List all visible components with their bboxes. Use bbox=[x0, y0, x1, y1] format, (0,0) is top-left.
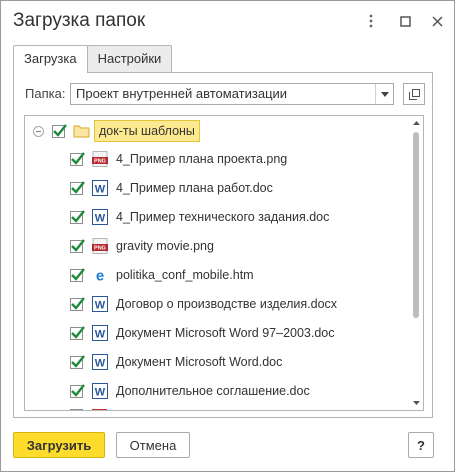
svg-text:W: W bbox=[94, 300, 105, 312]
scroll-up-button[interactable] bbox=[409, 116, 423, 130]
tree-item-row[interactable]: W 4_Пример технического задания.doc bbox=[70, 204, 329, 230]
checkmark-icon bbox=[71, 267, 85, 281]
item-checkbox[interactable] bbox=[70, 325, 85, 340]
checkmark-icon bbox=[71, 180, 85, 194]
folder-open-button[interactable] bbox=[403, 83, 425, 105]
tree-item-row[interactable]: e politika_conf_mobile.htm bbox=[70, 262, 254, 288]
chevron-down-icon bbox=[380, 91, 389, 97]
tree-item-row[interactable]: PNG 4_Пример плана проекта.png bbox=[70, 146, 287, 172]
collapse-toggle[interactable] bbox=[33, 125, 44, 137]
tree-scrollbar[interactable] bbox=[409, 116, 423, 410]
tree-item-row[interactable]: W 4_Пример плана работ.doc bbox=[70, 175, 273, 201]
open-window-icon bbox=[408, 88, 420, 100]
checkmark-icon bbox=[53, 123, 67, 137]
edge-icon: e bbox=[91, 267, 108, 284]
chevron-up-icon bbox=[412, 121, 420, 125]
svg-text:PNG: PNG bbox=[94, 246, 106, 252]
word-icon: W bbox=[91, 325, 108, 342]
word-icon: W bbox=[91, 383, 108, 400]
checkmark-icon bbox=[71, 354, 85, 368]
folder-dropdown-button[interactable] bbox=[375, 84, 393, 104]
tree-item-label: gravity movie.png bbox=[116, 239, 214, 253]
folder-value: Проект внутренней автоматизации bbox=[76, 86, 288, 101]
scroll-thumb[interactable] bbox=[413, 132, 419, 318]
file-tree[interactable]: док-ты шаблоны PNG 4_Пример плана проекта… bbox=[24, 115, 424, 411]
tree-root-label: док-ты шаблоны bbox=[94, 120, 200, 142]
word-icon: W bbox=[91, 209, 108, 226]
png-icon: PNG bbox=[91, 238, 108, 255]
svg-text:W: W bbox=[94, 329, 105, 341]
svg-text:W: W bbox=[94, 213, 105, 225]
checkmark-icon bbox=[71, 209, 85, 223]
svg-text:PNG: PNG bbox=[94, 159, 106, 165]
help-button[interactable]: ? bbox=[408, 432, 434, 458]
checkmark-icon bbox=[71, 383, 85, 397]
item-checkbox[interactable] bbox=[70, 180, 85, 195]
folder-icon bbox=[73, 123, 90, 140]
cancel-button[interactable]: Отмена bbox=[116, 432, 190, 458]
item-checkbox[interactable] bbox=[70, 383, 85, 398]
folder-select[interactable]: Проект внутренней автоматизации bbox=[70, 83, 394, 105]
tab-bar: Загрузка Настройки bbox=[13, 45, 173, 73]
checkmark-icon bbox=[71, 325, 85, 339]
scroll-down-button[interactable] bbox=[409, 396, 423, 410]
tree-item-label: Документ Microsoft Word.doc bbox=[116, 355, 283, 369]
dialog-title: Загрузка папок bbox=[13, 10, 146, 31]
tree-item-label: 4_Пример технического задания.doc bbox=[116, 210, 330, 224]
tab-settings[interactable]: Настройки bbox=[86, 45, 173, 72]
folder-label: Папка: bbox=[25, 86, 66, 101]
item-checkbox[interactable] bbox=[70, 209, 85, 224]
svg-text:W: W bbox=[94, 358, 105, 370]
dialog-window: Загрузка папок Загрузка Настройки Папка:… bbox=[0, 0, 455, 472]
more-options-button[interactable] bbox=[361, 11, 381, 31]
upload-panel: Папка: Проект внутренней автоматизации д… bbox=[13, 72, 433, 418]
svg-text:e: e bbox=[95, 268, 103, 284]
item-checkbox[interactable] bbox=[70, 151, 85, 166]
item-checkbox[interactable] bbox=[70, 296, 85, 311]
item-checkbox[interactable] bbox=[70, 267, 85, 282]
tree-item-row[interactable]: W Договор о производстве изделия.docx bbox=[70, 291, 337, 317]
partial-checkbox bbox=[70, 409, 83, 410]
tree-item-label: Документ Microsoft Word 97–2003.doc bbox=[116, 326, 335, 340]
svg-text:W: W bbox=[94, 184, 105, 196]
close-icon bbox=[431, 15, 443, 27]
tree-item-label: politika_conf_mobile.htm bbox=[116, 268, 254, 282]
tree-item-label: Договор о производстве изделия.docx bbox=[116, 297, 338, 311]
more-vertical-icon bbox=[369, 14, 373, 28]
item-checkbox[interactable] bbox=[70, 238, 85, 253]
chevron-down-icon bbox=[412, 401, 420, 405]
partial-file-icon bbox=[91, 409, 108, 410]
minus-icon bbox=[36, 130, 41, 132]
tree-item-row[interactable]: W Документ Microsoft Word.doc bbox=[70, 349, 282, 375]
maximize-button[interactable] bbox=[395, 11, 415, 31]
tree-item-row[interactable]: PNG gravity movie.png bbox=[70, 233, 214, 259]
tab-upload[interactable]: Загрузка bbox=[13, 45, 88, 73]
word-icon: W bbox=[91, 296, 108, 313]
tree-root-row[interactable]: док-ты шаблоны bbox=[33, 118, 200, 144]
tree-row-partial bbox=[70, 399, 108, 410]
checkmark-icon bbox=[71, 296, 85, 310]
maximize-icon bbox=[399, 15, 411, 27]
tree-item-label: 4_Пример плана проекта.png bbox=[116, 152, 288, 166]
checkmark-icon bbox=[71, 151, 85, 165]
word-icon: W bbox=[91, 180, 108, 197]
item-checkbox[interactable] bbox=[70, 354, 85, 369]
root-checkbox[interactable] bbox=[52, 123, 67, 138]
word-icon: W bbox=[91, 354, 108, 371]
tree-item-label: Дополнительное соглашение.doc bbox=[116, 384, 310, 398]
tree-item-label: 4_Пример плана работ.doc bbox=[116, 181, 273, 195]
upload-button[interactable]: Загрузить bbox=[13, 432, 105, 458]
close-button[interactable] bbox=[427, 11, 447, 31]
tree-item-row[interactable]: W Документ Microsoft Word 97–2003.doc bbox=[70, 320, 335, 346]
checkmark-icon bbox=[71, 238, 85, 252]
png-icon: PNG bbox=[91, 151, 108, 168]
svg-text:W: W bbox=[94, 387, 105, 399]
